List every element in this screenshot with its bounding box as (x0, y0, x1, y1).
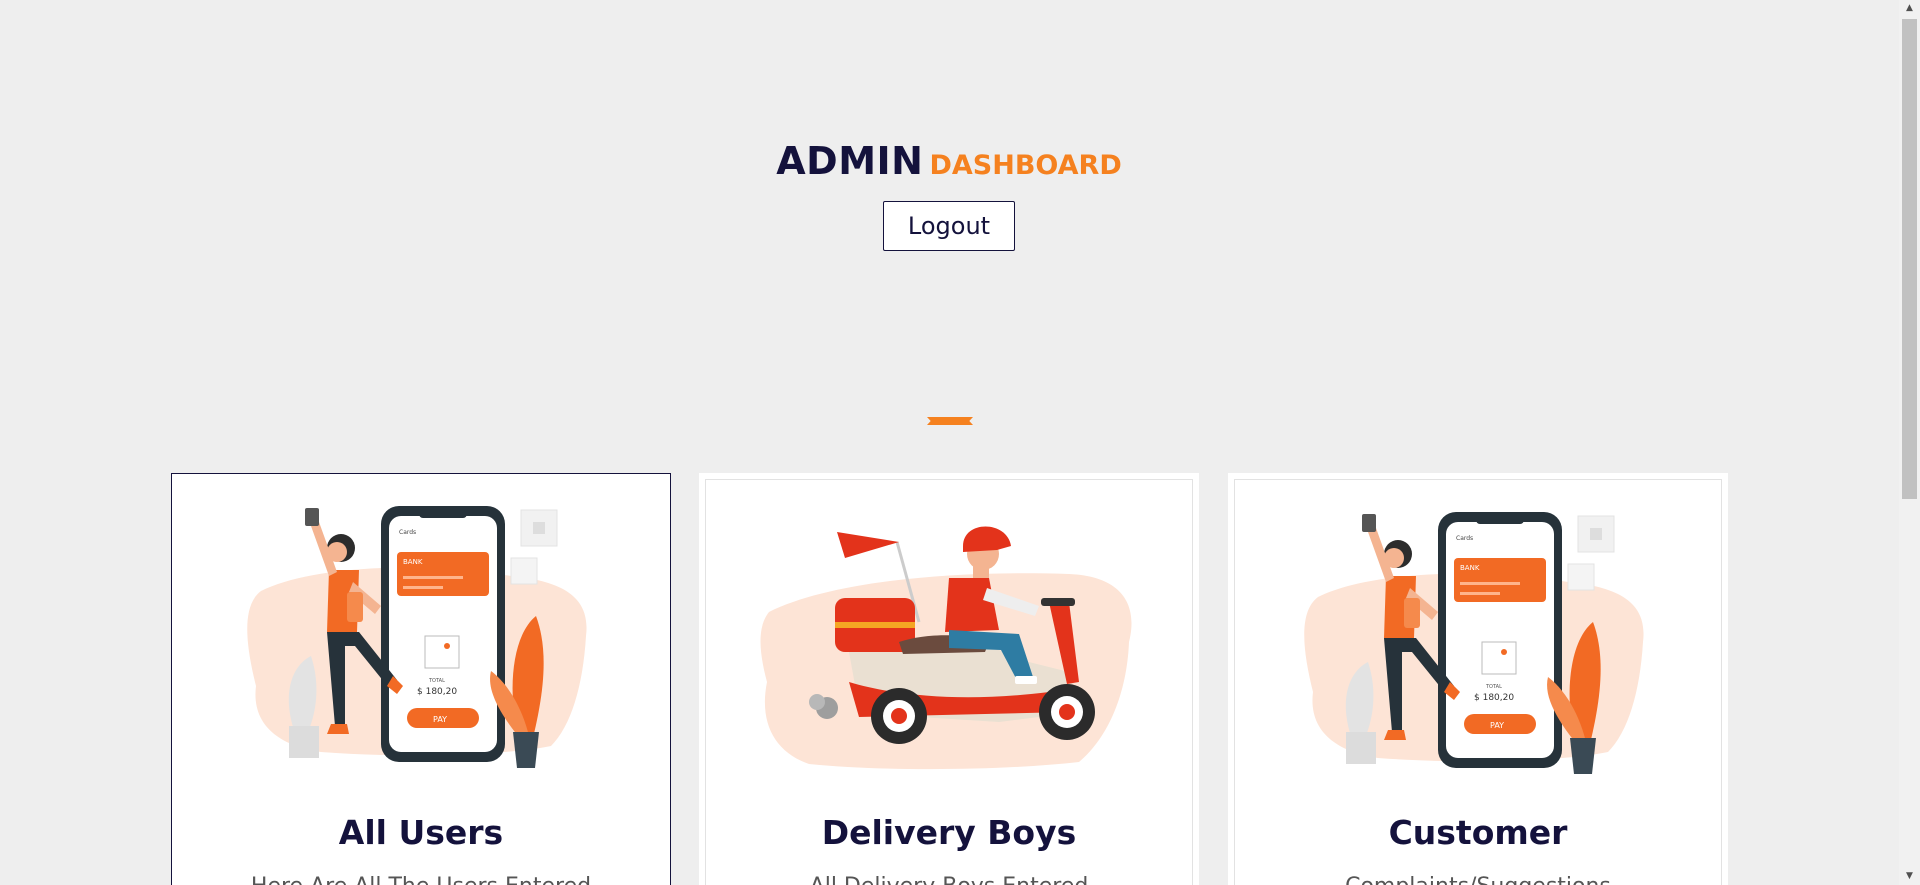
admin-dashboard-page: ADMINDASHBOARD Logout All Users Here Are… (0, 0, 1920, 885)
card-description: All Delivery Boys Entered (706, 874, 1192, 885)
scroll-down-icon[interactable]: ▼ (1899, 868, 1920, 885)
mobile-payment-illustration (1235, 502, 1721, 782)
title-accent: DASHBOARD (929, 150, 1122, 181)
card-description: Complaints/Suggestions (1235, 874, 1721, 885)
card-all-users[interactable]: All Users Here Are All The Users Entered (171, 473, 671, 885)
card-description: Here Are All The Users Entered (172, 874, 670, 885)
card-customer[interactable]: Customer Complaints/Suggestions (1228, 473, 1728, 885)
scooter-delivery-illustration (706, 502, 1192, 782)
vertical-scrollbar[interactable]: ▲ ▼ (1899, 0, 1920, 885)
mobile-payment-illustration (172, 496, 670, 776)
card-title: Delivery Boys (821, 813, 1077, 852)
card-delivery-boys[interactable]: Delivery Boys All Delivery Boys Entered (699, 473, 1199, 885)
dashboard-header: ADMIN DASHBOARD Logout (0, 138, 1898, 251)
page-title: ADMIN DASHBOARD (0, 138, 1898, 189)
card-title: All Users (338, 813, 504, 852)
scrollbar-thumb[interactable] (1902, 19, 1917, 499)
scroll-up-icon[interactable]: ▲ (1899, 0, 1920, 17)
logout-button[interactable]: Logout (883, 201, 1015, 251)
title-main: ADMIN (776, 139, 924, 183)
section-divider (927, 417, 973, 425)
card-title: Customer (1388, 813, 1568, 852)
